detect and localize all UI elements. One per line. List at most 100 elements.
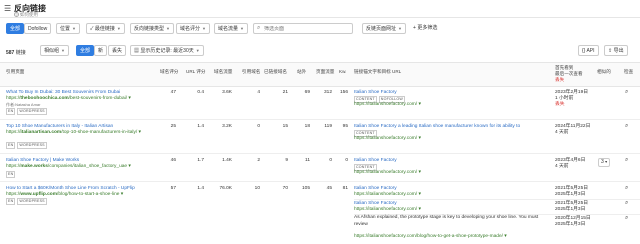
- tag: WORDPRESS: [17, 142, 47, 149]
- filter-all-button[interactable]: 全部: [6, 23, 25, 34]
- domain-traffic: 76.0K: [219, 186, 232, 191]
- last-seen: 2025年1月3日: [555, 207, 586, 212]
- inspect-icon[interactable]: ⌕: [625, 123, 628, 130]
- chevron-down-icon: ▼: [240, 26, 244, 31]
- tab-all[interactable]: 全部: [76, 45, 95, 56]
- url-rating: 1.4: [197, 186, 204, 191]
- chevron-down-icon: ▼: [72, 26, 76, 31]
- results-count-number: 587: [6, 50, 15, 56]
- chevron-down-icon: ▾: [605, 159, 608, 164]
- inspect-icon[interactable]: ⌕: [625, 89, 628, 96]
- inspect-icon[interactable]: ⌕: [625, 200, 628, 207]
- inspect-icon[interactable]: ⌕: [625, 185, 628, 192]
- ref-page-url-domain: www.upflip.com: [20, 192, 58, 197]
- target-url[interactable]: https://italianshoefactory.com/blog/how-…: [354, 234, 507, 241]
- domain-traffic: 3.2K: [222, 124, 232, 129]
- ref-domains: 4: [257, 90, 260, 95]
- filter-domain-traffic-dropdown[interactable]: 域名流量 ▼: [214, 23, 248, 34]
- domain-traffic: 1.4K: [222, 158, 232, 163]
- keywords: 81: [342, 186, 348, 191]
- ref-page-url-domain: make.works: [20, 164, 48, 169]
- keywords: 95: [342, 124, 348, 129]
- results-count-label: 链接: [15, 50, 26, 56]
- anchor-text[interactable]: Italian Shoe Factory a leading Italian s…: [354, 124, 520, 131]
- tab-new[interactable]: 新: [94, 45, 108, 56]
- target-url-text: https://italianshoefactory.com/: [354, 192, 418, 197]
- help-link[interactable]: ? 如何使用: [14, 12, 38, 18]
- search-input[interactable]: [264, 26, 354, 32]
- chevron-down-icon: ▼: [398, 26, 402, 31]
- filter-ref-page-dropdown[interactable]: 反链页面网址 ▼: [362, 23, 406, 34]
- hamburger-menu-icon[interactable]: ☰: [4, 4, 11, 13]
- col-url-rating[interactable]: URL 评分: [186, 69, 205, 75]
- linked-domains: 70: [282, 186, 288, 191]
- api-label: API: [586, 48, 595, 54]
- results-toolbar: 587 链接 相似组 ▼ 全部 新 丢失 ▦ 显示历史记录: 最近30天 ▼ {} …: [0, 44, 640, 58]
- filter-position-dropdown[interactable]: 位置 ▼: [56, 23, 80, 34]
- help-link-label: 如何使用: [20, 12, 38, 17]
- target-url[interactable]: https://italianshoefactory.com/ ▾: [354, 170, 421, 177]
- tab-lost[interactable]: 丢失: [108, 45, 127, 56]
- target-url[interactable]: https://italianshoefactory.com/ ▾: [354, 192, 421, 199]
- external-links: 105: [301, 186, 310, 191]
- export-button[interactable]: ⇪ 导出: [604, 45, 628, 56]
- group-similar-dropdown[interactable]: 相似组 ▼: [40, 45, 69, 56]
- filter-best-links-label: 最佳链接: [94, 26, 115, 32]
- filter-domain-rating-dropdown[interactable]: 域名评分 ▼: [176, 23, 210, 34]
- tag: WORDPRESS: [17, 108, 47, 115]
- top-bar: ☰ 反向链接 ? 如何使用: [0, 0, 640, 18]
- more-filters-label: 更多筛选: [417, 25, 438, 31]
- target-url[interactable]: https://italianshoefactory.com/ ▾: [354, 102, 421, 109]
- domain-traffic: 3.6K: [222, 90, 232, 95]
- inspect-icon[interactable]: ⌕: [625, 215, 628, 222]
- filter-domain-traffic-label: 域名流量: [218, 26, 239, 32]
- api-button[interactable]: {} API: [578, 45, 599, 56]
- target-url[interactable]: https://italianshoefactory.com/ ▾: [354, 136, 421, 143]
- url-rating: 1.7: [197, 158, 204, 163]
- ref-domains: 10: [254, 186, 260, 191]
- filter-domain-rating-label: 域名评分: [180, 26, 201, 32]
- question-icon: ?: [14, 12, 19, 17]
- col-domain-rating[interactable]: 域名评分: [160, 69, 178, 75]
- last-seen: 2025年1月3日: [555, 192, 586, 197]
- col-domain-traffic[interactable]: 域名流量: [214, 69, 232, 75]
- last-seen: 4 天前: [555, 164, 569, 169]
- col-ref-domains[interactable]: 引用域名: [242, 69, 260, 75]
- url-rating: 1.4: [197, 124, 204, 129]
- col-lost[interactable]: 丢失: [555, 77, 564, 83]
- export-label: 导出: [613, 48, 624, 54]
- col-anchor-target[interactable]: 链接锚文字和目标 URL: [354, 69, 401, 75]
- last-seen: 4 天前: [555, 130, 569, 135]
- col-keywords[interactable]: Kw.: [339, 69, 346, 75]
- tag: WORDPRESS: [17, 198, 47, 205]
- tag: EN: [6, 198, 16, 205]
- domain-rating: 47: [170, 90, 176, 95]
- filter-position-label: 位置: [60, 26, 71, 32]
- col-inspect[interactable]: 检查: [624, 69, 633, 75]
- similar-count-dropdown[interactable]: 3 ▾: [598, 158, 611, 167]
- last-seen: 2025年1月3日: [555, 222, 586, 227]
- chevron-down-icon: ▼: [61, 48, 65, 53]
- col-similar[interactable]: 相似的: [597, 69, 611, 75]
- col-linked-domains[interactable]: 已链接域名: [264, 69, 287, 75]
- filter-dofollow-button[interactable]: Dofollow: [24, 23, 52, 34]
- ref-page-tags: EN WORDPRESS: [6, 108, 49, 115]
- target-url[interactable]: https://italianshoefactory.com/ ▾: [354, 207, 421, 214]
- target-url-text: https://italianshoefactory.com/: [354, 136, 418, 141]
- ref-page-tags: EN: [6, 171, 17, 178]
- col-ref-page[interactable]: 引用页面: [6, 69, 24, 75]
- more-filters-button[interactable]: + 更多筛选: [410, 23, 441, 34]
- ref-page-url[interactable]: https://italianartisan.com/top-10-shoe-m…: [6, 130, 141, 137]
- ref-page-url-path: /blog/how-to-start-a-shoe-line: [57, 192, 120, 197]
- col-page-traffic[interactable]: 页面流量: [316, 69, 334, 75]
- history-dropdown[interactable]: ▦ 显示历史记录: 最近30天 ▼: [130, 45, 204, 56]
- inspect-icon[interactable]: ⌕: [625, 157, 628, 164]
- ref-page-url-path: /top-10-shoe-manufacturers-in-italy/: [61, 130, 138, 135]
- filter-link-type-dropdown[interactable]: 反向链接类型 ▼: [130, 23, 174, 34]
- search-box[interactable]: ⌕: [253, 23, 354, 34]
- external-links: 18: [304, 124, 310, 129]
- col-external[interactable]: 站外: [297, 69, 306, 75]
- ref-page-url-path: /best-souvenirs-from-dubai/: [68, 96, 128, 101]
- ref-page-url[interactable]: https://make.works/companies/italian_sho…: [6, 164, 131, 171]
- filter-best-links-dropdown[interactable]: ✓ 最佳链接 ▼: [86, 23, 125, 34]
